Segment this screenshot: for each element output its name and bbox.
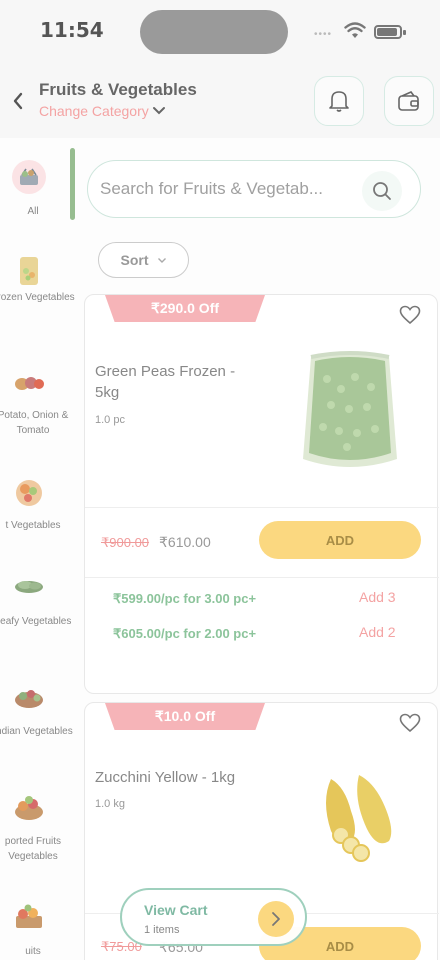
leafy-icon (12, 570, 46, 604)
sort-label: Sort (120, 252, 149, 268)
cut-veg-icon (12, 476, 46, 510)
sidebar-item-label: Frozen Vegetables (0, 292, 75, 303)
status-time: 11:54 (40, 18, 104, 42)
product-unit: 1.0 pc (95, 414, 125, 426)
heart-icon[interactable] (399, 713, 421, 733)
discount-badge: ₹10.0 Off (105, 703, 265, 730)
notification-button[interactable] (314, 76, 364, 126)
search-button[interactable] (362, 171, 402, 211)
sidebar-item-fruits[interactable]: uits (0, 900, 68, 960)
zucchini-image (326, 775, 392, 862)
product-card[interactable]: ₹290.0 Off Green Peas Frozen - 5kg 1.0 p… (84, 294, 439, 694)
status-bar: 11:54 •••• (0, 0, 440, 64)
battery-cap (403, 30, 406, 35)
card-divider (85, 507, 439, 508)
change-category-label: Change Category (39, 103, 149, 119)
back-button[interactable] (6, 88, 30, 114)
wallet-button[interactable] (384, 76, 434, 126)
sidebar-item-label: Indian Vegetables (0, 726, 73, 737)
change-category-button[interactable]: Change Category (39, 103, 166, 119)
page-title: Fruits & Vegetables (39, 80, 197, 99)
cart-item-count: 1 items (144, 924, 180, 936)
header: Fruits & Vegetables Change Category (0, 64, 440, 138)
bell-icon (329, 91, 349, 112)
card-divider (85, 577, 439, 578)
signal-icon: •••• (314, 29, 333, 40)
chevron-down-icon (157, 257, 166, 263)
original-price: ₹900.00 (101, 535, 150, 550)
search-input[interactable] (100, 176, 358, 202)
sidebar-item-label: uits (25, 946, 41, 957)
add-tier-button[interactable]: Add 3 (359, 589, 396, 605)
search-bar (87, 160, 421, 218)
tier-price: ₹605.00/pc for 2.00 pc+ (113, 626, 257, 641)
sale-price: ₹610.00 (159, 534, 211, 550)
heart-icon[interactable] (399, 305, 421, 325)
frozen-veg-icon (12, 254, 46, 288)
sidebar-item-cut-vegetables[interactable]: t Vegetables (0, 476, 68, 540)
green-peas-image (303, 351, 397, 467)
view-cart-button[interactable]: View Cart 1 items (120, 888, 307, 946)
product-name: Green Peas Frozen - 5kg (95, 363, 236, 401)
discount-badge: ₹290.0 Off (105, 295, 265, 322)
sidebar-item-indian-vegetables[interactable]: Indian Vegetables (0, 680, 73, 760)
fruits-icon (12, 900, 46, 934)
wifi-icon (344, 22, 366, 38)
sidebar-item-potato-onion-tomato[interactable]: Potato, Onion & Tomato (0, 366, 68, 446)
imported-fruits-icon (12, 790, 46, 824)
view-cart-label: View Cart (144, 902, 208, 918)
wallet-icon (398, 91, 419, 111)
add-button[interactable]: ADD (259, 521, 421, 559)
sidebar-item-label: Leafy Vegetables (0, 616, 72, 627)
sidebar-item-label: t Vegetables (5, 520, 61, 531)
search-icon (373, 182, 391, 200)
basket-icon (12, 160, 46, 194)
chevron-right-icon (272, 912, 280, 926)
sidebar-item-all[interactable]: All (0, 158, 68, 222)
sidebar-item-leafy-vegetables[interactable]: Leafy Vegetables (0, 570, 71, 650)
chevron-down-icon (152, 107, 165, 115)
cart-arrow-button[interactable] (258, 901, 294, 937)
category-sidebar: All Frozen Vegetables Potato, Onion & To… (0, 138, 75, 960)
dynamic-island (140, 10, 288, 54)
sidebar-item-label: All (27, 206, 39, 217)
sidebar-item-frozen-vegetables[interactable]: Frozen Vegetables (0, 254, 75, 334)
sidebar-item-label: Potato, Onion & Tomato (0, 410, 69, 436)
battery-icon (374, 25, 402, 39)
product-unit: 1.0 kg (95, 798, 125, 810)
sidebar-item-imported-fruits[interactable]: ported Fruits Vegetables (0, 790, 68, 870)
tier-price: ₹599.00/pc for 3.00 pc+ (113, 591, 257, 606)
chevron-left-icon (13, 92, 23, 110)
product-name: Zucchini Yellow - 1kg (95, 769, 236, 786)
sidebar-item-label: ported Fruits Vegetables (4, 836, 62, 862)
sort-button[interactable]: Sort (98, 242, 189, 278)
sidebar-active-indicator (70, 148, 75, 220)
potato-onion-icon (12, 366, 46, 400)
add-tier-button[interactable]: Add 2 (359, 624, 396, 640)
indian-veg-icon (12, 680, 46, 714)
